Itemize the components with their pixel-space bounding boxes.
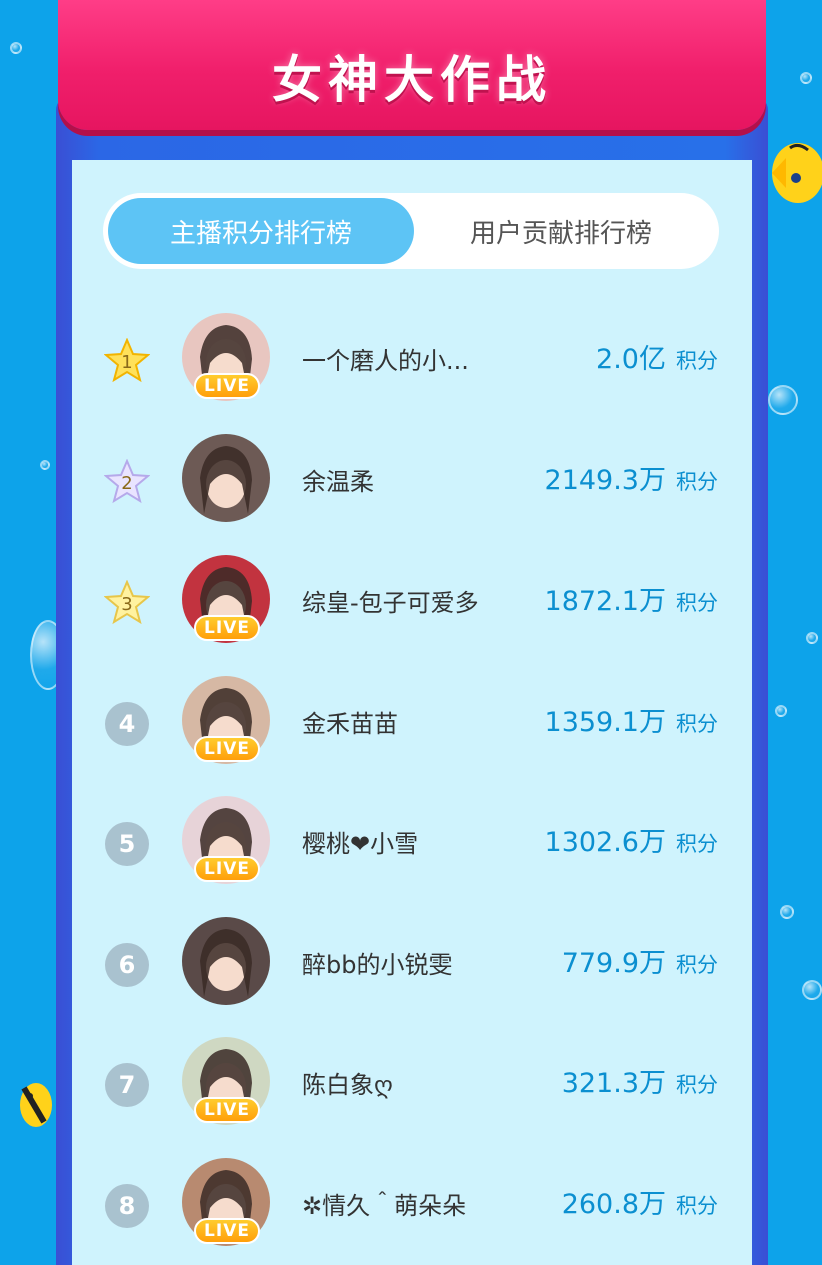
avatar[interactable] <box>182 434 270 522</box>
score-value: 779.9万 <box>561 948 666 979</box>
live-badge: LIVE <box>194 736 260 762</box>
live-badge: LIVE <box>194 615 260 641</box>
live-badge: LIVE <box>194 856 260 882</box>
ranking-row[interactable]: 8 LIVE ✲情久＾萌朵朵 260.8万 积分 <box>90 1158 730 1258</box>
score-unit: 积分 <box>676 591 718 615</box>
rank-number: 6 <box>105 943 149 987</box>
score-unit: 积分 <box>676 1073 718 1097</box>
star-medal-icon: 3 <box>104 580 150 625</box>
bubble-decoration <box>780 905 794 919</box>
ranking-row[interactable]: 6 醉bb的小锐雯 779.9万 积分 <box>90 917 730 1017</box>
score-unit: 积分 <box>676 1194 718 1218</box>
avatar-image <box>182 434 270 522</box>
rank-badge: 5 <box>104 821 150 867</box>
rank-number: 2 <box>121 473 132 494</box>
rank-badge: 6 <box>104 942 150 988</box>
rank-number: 4 <box>105 702 149 746</box>
score-value: 1302.6万 <box>544 827 666 858</box>
ranking-row[interactable]: 2 余温柔 2149.3万 积分 <box>90 434 730 534</box>
anchor-name: 金禾苗苗 <box>302 710 398 738</box>
anchor-name: 醉bb的小锐雯 <box>302 951 453 979</box>
rank-badge: 2 <box>104 459 150 505</box>
tab-bar: 主播积分排行榜 用户贡献排行榜 <box>103 193 719 269</box>
live-badge: LIVE <box>194 373 260 399</box>
live-badge: LIVE <box>194 1218 260 1244</box>
tab-user-contribution[interactable]: 用户贡献排行榜 <box>408 198 714 264</box>
score-value: 321.3万 <box>561 1068 666 1099</box>
rank-number: 8 <box>105 1184 149 1228</box>
score-unit: 积分 <box>676 953 718 977</box>
rank-badge: 8 <box>104 1183 150 1229</box>
anchor-name: 樱桃❤小雪 <box>302 830 419 858</box>
rank-badge: 4 <box>104 701 150 747</box>
ranking-row[interactable]: 7 LIVE 陈白象ღ 321.3万 积分 <box>90 1037 730 1137</box>
score-unit: 积分 <box>676 470 718 494</box>
bubble-decoration <box>802 980 822 1000</box>
rank-number: 7 <box>105 1063 149 1107</box>
fish-icon <box>772 143 822 203</box>
ranking-row[interactable]: 1 LIVE 一个磨人的小... 2.0亿 积分 <box>90 313 730 413</box>
bubble-decoration <box>800 72 812 84</box>
bubble-decoration <box>10 42 22 54</box>
score-value: 1872.1万 <box>544 586 666 617</box>
title-banner: 女神大作战 <box>58 0 766 130</box>
bubble-decoration <box>768 385 798 415</box>
ranking-row[interactable]: 5 LIVE 樱桃❤小雪 1302.6万 积分 <box>90 796 730 896</box>
bubble-decoration <box>40 460 50 470</box>
ranking-row[interactable]: 4 LIVE 金禾苗苗 1359.1万 积分 <box>90 676 730 776</box>
rank-badge: 7 <box>104 1062 150 1108</box>
score-unit: 积分 <box>676 349 718 373</box>
rank-badge: 1 <box>104 338 150 384</box>
score-unit: 积分 <box>676 832 718 856</box>
rank-number: 5 <box>105 822 149 866</box>
tab-anchor-ranking[interactable]: 主播积分排行榜 <box>108 198 414 264</box>
anchor-name: ✲情久＾萌朵朵 <box>302 1192 467 1220</box>
score-value: 1359.1万 <box>544 707 666 738</box>
star-medal-icon: 2 <box>104 459 150 504</box>
score-value: 2.0亿 <box>596 344 666 375</box>
anchor-name: 陈白象ღ <box>302 1071 393 1099</box>
avatar-image <box>182 917 270 1005</box>
bubble-decoration <box>775 705 787 717</box>
rank-number: 3 <box>121 594 132 615</box>
score-value: 260.8万 <box>561 1189 666 1220</box>
rank-number: 1 <box>121 352 132 373</box>
rank-badge: 3 <box>104 580 150 626</box>
anchor-name: 综皇-包子可爱多 <box>302 589 479 617</box>
banner-title: 女神大作战 <box>272 51 552 109</box>
anchor-name: 余温柔 <box>302 468 374 496</box>
ranking-row[interactable]: 3 LIVE 综皇-包子可爱多 1872.1万 积分 <box>90 555 730 655</box>
star-medal-icon: 1 <box>104 338 150 383</box>
score-unit: 积分 <box>676 712 718 736</box>
score-value: 2149.3万 <box>544 465 666 496</box>
avatar[interactable] <box>182 917 270 1005</box>
bubble-decoration <box>806 632 818 644</box>
live-badge: LIVE <box>194 1097 260 1123</box>
anchor-name: 一个磨人的小... <box>302 347 469 375</box>
fish-icon <box>20 1083 52 1127</box>
